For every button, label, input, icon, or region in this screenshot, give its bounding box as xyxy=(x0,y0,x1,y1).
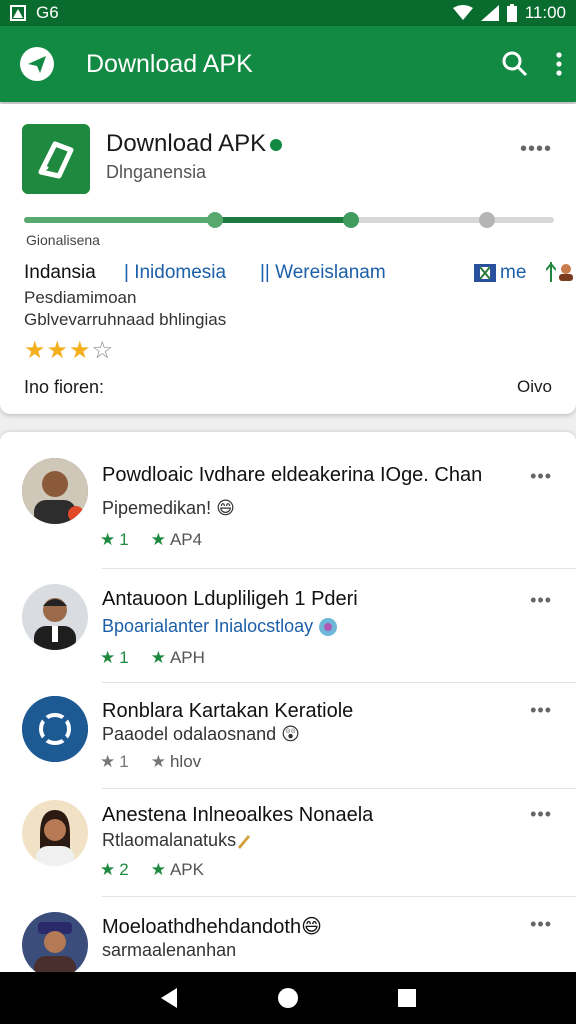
status-bar: G6 11:00 xyxy=(0,0,576,26)
star-outline-icon: ☆ xyxy=(91,337,115,364)
list-item-title: Antauoon Ldupliligeh 1 Pderi xyxy=(102,588,358,610)
list-item-title: Moeloathdhehdandoth😄 xyxy=(102,916,322,938)
avatar xyxy=(22,912,88,972)
more-vert-icon[interactable] xyxy=(556,52,562,76)
app-icon xyxy=(22,124,90,194)
star-icon: ★ xyxy=(150,860,166,879)
download-list: Powdloaic Ivdhare eldeakerina IOge. Chan… xyxy=(0,432,576,972)
more-options-button[interactable]: ••• xyxy=(530,914,552,935)
progress-label: Gionalisena xyxy=(26,232,100,248)
star-icon: ★ xyxy=(100,752,116,771)
list-item[interactable]: Moeloathdhehdandoth😄 sarmaalenanhan ••• xyxy=(0,910,576,972)
search-icon[interactable] xyxy=(502,51,528,77)
star-icon: ★ xyxy=(150,530,166,549)
back-icon[interactable] xyxy=(159,987,179,1009)
app-name: Download APK xyxy=(106,130,283,158)
avatar xyxy=(22,584,88,650)
app-title: Download APK xyxy=(86,49,253,78)
progress-step-1 xyxy=(207,212,223,228)
app-detail-card: Download APK Dlnganensia •••• Gionalisen… xyxy=(0,104,576,414)
signal-icon xyxy=(480,5,499,21)
language-3[interactable]: || Wereislanam xyxy=(260,262,386,284)
home-icon[interactable] xyxy=(277,987,299,1009)
wifi-icon xyxy=(452,5,473,20)
list-item[interactable]: Powdloaic Ivdhare eldeakerina IOge. Chan… xyxy=(0,456,576,570)
list-item-title: Anestena Inlneoalkes Nonaela xyxy=(102,804,374,826)
list-item-meta: ★ 1 ★ APH xyxy=(100,648,205,667)
description-line-1: Pesdiamimoan xyxy=(24,288,137,307)
notification-icon xyxy=(10,5,26,21)
list-item-meta: ★ 1 ★ hlov xyxy=(100,752,202,771)
person-icon xyxy=(559,264,573,281)
more-options-button[interactable]: ••• xyxy=(530,804,552,825)
app-bar: Download APK xyxy=(0,26,576,102)
more-options-button[interactable]: ••• xyxy=(530,590,552,611)
status-left-text: G6 xyxy=(36,3,59,22)
more-options-button[interactable]: ••• xyxy=(530,466,552,487)
list-item-subtitle: Rtlaomalanatuks xyxy=(102,830,252,851)
avatar xyxy=(22,696,88,762)
verified-icon xyxy=(270,138,283,151)
avatar xyxy=(22,458,88,524)
language-row: Indansia | Inidomesia || Wereislanam me xyxy=(24,262,573,288)
star-icon: ★ xyxy=(100,648,116,667)
star-icon: ★ xyxy=(150,752,166,771)
star-icon: ★ xyxy=(46,337,70,364)
list-item-subtitle: sarmaalenanhan xyxy=(102,940,237,960)
more-options-button[interactable]: •••• xyxy=(520,138,552,161)
list-item[interactable]: Ronblara Kartakan Keratiole Paaodel odal… xyxy=(0,694,576,798)
badge-icon xyxy=(319,618,338,637)
star-icon: ★ xyxy=(69,337,92,364)
share-icon xyxy=(546,262,556,282)
info-label: Ino fioren: xyxy=(24,377,105,397)
clock: 11:00 xyxy=(524,3,566,22)
language-5[interactable] xyxy=(546,262,574,282)
list-item-meta: ★ 2 ★ APK xyxy=(100,860,204,879)
star-icon: ★ xyxy=(100,530,116,549)
star-icon: ★ xyxy=(150,648,166,667)
star-icon: ★ xyxy=(24,337,47,364)
list-item-meta: ★ 1 ★ AP4 xyxy=(100,530,203,549)
flag-icon xyxy=(474,264,496,282)
progress-step-2 xyxy=(343,212,359,228)
language-4[interactable]: me xyxy=(474,262,526,284)
battery-icon xyxy=(506,4,517,22)
progress-step-3 xyxy=(479,212,495,228)
app-developer: Dlnganensia xyxy=(106,162,207,182)
list-item-subtitle: Pipemedikan! 😄 xyxy=(102,498,235,518)
list-item-subtitle: Paaodel odalaosnand 😲 xyxy=(102,724,300,744)
star-icon: ★ xyxy=(100,860,116,879)
list-item[interactable]: Anestena Inlneoalkes Nonaela Rtlaomalana… xyxy=(0,800,576,904)
system-nav-bar xyxy=(0,972,576,1024)
language-1[interactable]: Indansia xyxy=(24,262,96,284)
more-options-button[interactable]: ••• xyxy=(530,700,552,721)
pencil-icon xyxy=(238,835,251,850)
recents-icon[interactable] xyxy=(397,988,417,1008)
list-item-title: Ronblara Kartakan Keratiole xyxy=(102,700,354,722)
list-item-subtitle: Bpoarialanter Inialocstloay xyxy=(102,616,338,637)
logo-icon[interactable] xyxy=(20,47,54,81)
description-line-2: Gblvevarruhnaad bhlingias xyxy=(24,310,227,329)
rating-stars: ★★★☆ xyxy=(24,336,114,365)
avatar xyxy=(22,800,88,866)
language-2[interactable]: | Inidomesia xyxy=(124,262,226,284)
list-item-title: Powdloaic Ivdhare eldeakerina IOge. Chan xyxy=(102,464,483,486)
install-progress xyxy=(24,212,554,228)
info-value: Oivo xyxy=(517,377,552,396)
list-item[interactable]: Antauoon Ldupliligeh 1 Pderi Bpoarialant… xyxy=(0,582,576,686)
